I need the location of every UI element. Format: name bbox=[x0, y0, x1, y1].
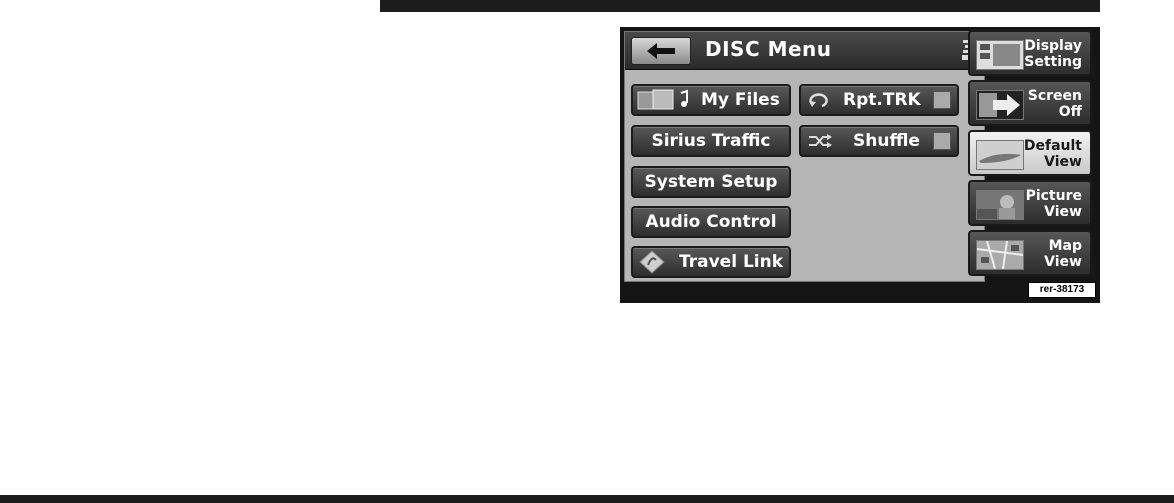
top-rule bbox=[380, 0, 1100, 12]
bottom-rule bbox=[0, 495, 1174, 503]
my-files-button[interactable]: My Files bbox=[631, 84, 791, 116]
shuffle-icon bbox=[809, 134, 832, 148]
system-setup-button[interactable]: System Setup bbox=[631, 166, 791, 198]
default-view-line2: View bbox=[1044, 154, 1082, 170]
back-arrow-icon bbox=[647, 43, 675, 59]
screen-off-button[interactable]: Screen Off bbox=[968, 80, 1092, 126]
sirius-traffic-label: Sirius Traffic bbox=[651, 131, 771, 151]
display-setting-text: Display Setting bbox=[1016, 38, 1082, 70]
screen-off-line1: Screen bbox=[1027, 88, 1082, 104]
repeat-track-label: Rpt.TRK bbox=[843, 90, 921, 110]
my-files-label: My Files bbox=[701, 90, 780, 110]
display-setting-line1: Display bbox=[1024, 38, 1082, 54]
display-setting-button[interactable]: Display Setting bbox=[968, 30, 1092, 76]
map-view-line2: View bbox=[1044, 254, 1082, 270]
back-button[interactable] bbox=[631, 37, 691, 65]
shuffle-button[interactable]: Shuffle bbox=[799, 125, 959, 157]
figure-code-label: rer-38173 bbox=[1028, 282, 1096, 298]
map-view-button[interactable]: Map View bbox=[968, 230, 1092, 276]
audio-control-label: Audio Control bbox=[645, 212, 777, 232]
shuffle-checkbox[interactable] bbox=[933, 132, 951, 150]
screen-off-line2: Off bbox=[1058, 104, 1082, 120]
default-view-button[interactable]: Default View bbox=[968, 130, 1092, 176]
header-bar: DISC Menu bbox=[625, 32, 984, 70]
default-view-line1: Default bbox=[1023, 138, 1082, 154]
music-files-icon bbox=[637, 89, 688, 110]
repeat-track-button[interactable]: Rpt.TRK bbox=[799, 84, 959, 116]
picture-view-line2: View bbox=[1044, 204, 1082, 220]
audio-control-button[interactable]: Audio Control bbox=[631, 206, 791, 238]
map-view-text: Map View bbox=[1016, 238, 1082, 270]
picture-view-line1: Picture bbox=[1025, 188, 1082, 204]
travel-link-button[interactable]: Travel Link bbox=[631, 246, 791, 278]
picture-view-button[interactable]: Picture View bbox=[968, 180, 1092, 226]
head-unit-screen: DISC Menu My Files Sirius Traffic System… bbox=[620, 27, 1100, 303]
sirius-traffic-button[interactable]: Sirius Traffic bbox=[631, 125, 791, 157]
default-view-text: Default View bbox=[1016, 138, 1082, 170]
shuffle-label: Shuffle bbox=[853, 131, 920, 151]
system-setup-label: System Setup bbox=[644, 172, 778, 192]
map-view-line1: Map bbox=[1048, 238, 1082, 254]
main-panel: DISC Menu My Files Sirius Traffic System… bbox=[624, 31, 985, 282]
travel-link-icon bbox=[639, 250, 665, 274]
display-setting-line2: Setting bbox=[1024, 54, 1082, 70]
picture-view-text: Picture View bbox=[1016, 188, 1082, 220]
page-title: DISC Menu bbox=[705, 37, 832, 61]
repeat-track-checkbox[interactable] bbox=[933, 91, 951, 109]
screen-off-text: Screen Off bbox=[1016, 88, 1082, 120]
repeat-icon bbox=[809, 93, 828, 108]
travel-link-label: Travel Link bbox=[679, 252, 784, 272]
